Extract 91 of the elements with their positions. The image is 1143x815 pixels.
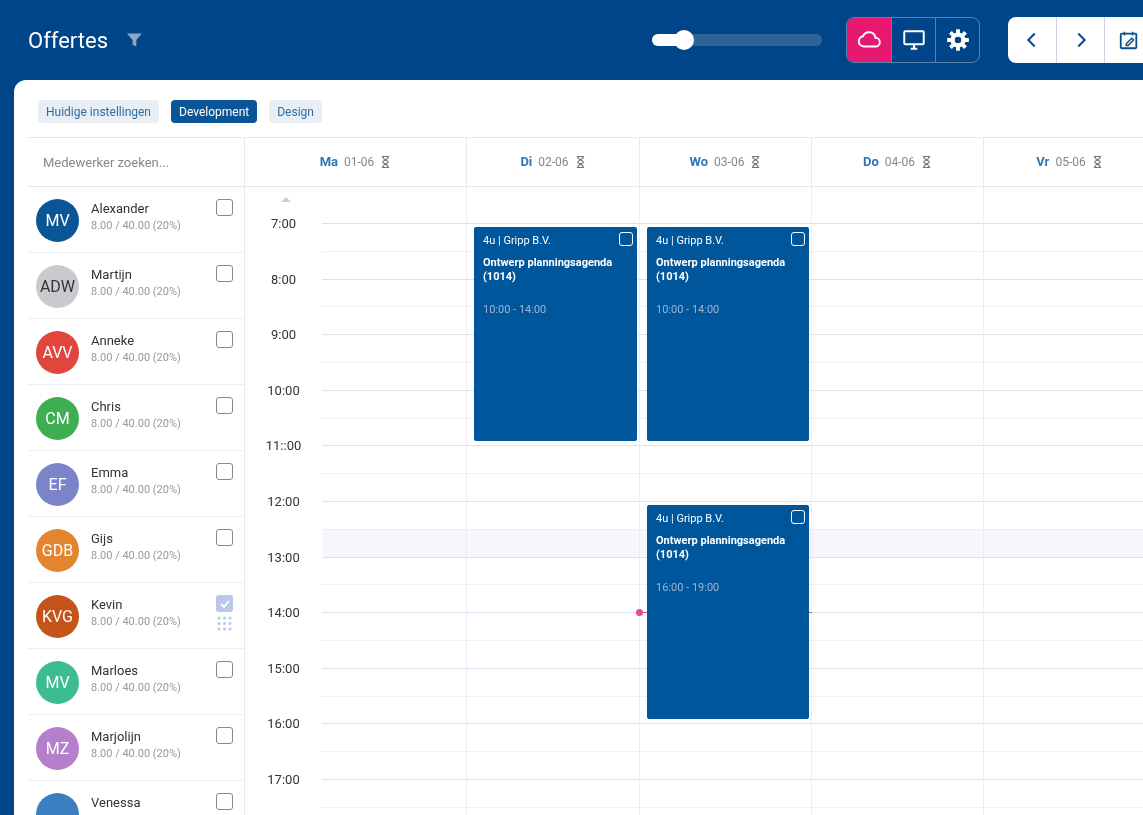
checkbox[interactable] xyxy=(216,595,233,612)
hourglass-icon[interactable] xyxy=(750,155,762,169)
hourglass-icon[interactable] xyxy=(380,155,392,169)
employee-hours: 8.00 / 40.00 (20%) xyxy=(91,614,181,630)
filter-tag[interactable]: Design xyxy=(269,100,322,123)
event-client: 4u | Gripp B.V. xyxy=(656,234,725,248)
event-card[interactable]: 4u | Gripp B.V. Ontwerp planningsagenda (1014) 10:00 - 14:00 xyxy=(647,227,809,442)
checkbox[interactable] xyxy=(216,793,233,810)
hour-label: 12:00 xyxy=(266,493,301,511)
day-name: Vr xyxy=(1036,153,1050,172)
day-date: 04-06 xyxy=(884,154,916,171)
day-date: 02-06 xyxy=(538,154,569,171)
employee-name: Martijn xyxy=(91,266,133,284)
checkbox[interactable] xyxy=(216,463,233,480)
employee-name: Marloes xyxy=(91,662,139,680)
cloud-button[interactable] xyxy=(847,18,892,62)
day-name: Ma xyxy=(319,153,338,172)
settings-icon xyxy=(944,27,971,53)
checkbox[interactable] xyxy=(216,661,233,678)
avatar: EF xyxy=(36,463,79,506)
employee-name: Marjolijn xyxy=(91,728,142,746)
avatar: CM xyxy=(36,397,79,440)
hourglass-icon[interactable] xyxy=(1091,155,1103,169)
hour-label: 10:00 xyxy=(266,381,301,400)
hourglass-icon[interactable] xyxy=(574,155,586,169)
hourglass-icon[interactable] xyxy=(921,155,933,169)
avatar: ADW xyxy=(36,265,79,308)
employee-name: Chris xyxy=(91,398,122,416)
employee-hours: 8.00 / 40.00 (20%) xyxy=(91,350,181,366)
hour-label: 15:00 xyxy=(266,659,301,678)
event-title: Ontwerp planningsagenda (1014) xyxy=(656,256,787,284)
employee-name: Gijs xyxy=(91,530,114,548)
employee-name: Alexander xyxy=(91,200,150,218)
employee-hours: 8.00 / 40.00 (20%) xyxy=(91,548,181,564)
employee-name: Anneke xyxy=(91,332,136,350)
event-time: 10:00 - 14:00 xyxy=(656,302,721,318)
employee-hours: 8.00 / 40.00 (20%) xyxy=(91,416,181,432)
avatar: GDB xyxy=(36,529,79,572)
employee-hours: 8.00 / 40.00 (20%) xyxy=(91,482,181,498)
event-client: 4u | Gripp B.V. xyxy=(483,234,552,248)
hour-label: 14:00 xyxy=(266,604,301,623)
checkbox[interactable] xyxy=(216,727,233,744)
day-date: 03-06 xyxy=(714,154,745,171)
avatar: MV xyxy=(36,199,79,242)
employee-hours: 8.00 / 40.00 (20%) xyxy=(91,284,181,300)
page-title: Offertes xyxy=(28,26,109,55)
hour-label: 8:00 xyxy=(269,270,298,289)
event-checkbox[interactable] xyxy=(791,232,805,246)
event-time: 10:00 - 14:00 xyxy=(483,302,548,318)
slider-thumb[interactable] xyxy=(674,30,695,50)
event-time: 16:00 - 19:00 xyxy=(656,580,721,596)
day-name: Do xyxy=(862,153,879,172)
checkbox[interactable] xyxy=(216,265,233,282)
event-title: Ontwerp planningsagenda (1014) xyxy=(656,534,787,562)
avatar: MZ xyxy=(36,727,79,770)
day-date: 05-06 xyxy=(1055,154,1086,171)
event-card[interactable]: 4u | Gripp B.V. Ontwerp planningsagenda (1014) 16:00 - 19:00 xyxy=(647,505,809,720)
avatar: KVG xyxy=(36,595,79,638)
event-card[interactable]: 4u | Gripp B.V. Ontwerp planningsagenda (1014) 10:00 - 14:00 xyxy=(474,227,637,442)
event-checkbox[interactable] xyxy=(619,232,633,246)
monitor-icon xyxy=(900,27,927,53)
day-date: 01-06 xyxy=(344,154,375,171)
employee-name: Emma xyxy=(91,464,130,482)
day-name: Di xyxy=(520,153,533,172)
employee-hours: 8.00 / 40.00 (20%) xyxy=(91,218,181,234)
hour-label: 7:00 xyxy=(269,215,298,233)
employee-hours: 8.00 / 40.00 (20%) xyxy=(91,746,181,762)
hour-label: 16:00 xyxy=(266,715,301,734)
checkbox[interactable] xyxy=(216,199,233,216)
filter-tag[interactable]: Huidige instellingen xyxy=(38,100,159,123)
day-name: Wo xyxy=(689,153,709,172)
filter-tag[interactable]: Development xyxy=(171,100,258,123)
employee-name: Kevin xyxy=(91,596,124,614)
event-checkbox[interactable] xyxy=(791,510,805,524)
employee-hours: 8.00 / 40.00 (20%) xyxy=(91,680,181,696)
hour-label: 9:00 xyxy=(269,326,298,345)
event-client: 4u | Gripp B.V. xyxy=(656,512,725,526)
avatar: AVV xyxy=(36,331,79,374)
hour-label: 11::00 xyxy=(264,437,303,456)
event-title: Ontwerp planningsagenda (1014) xyxy=(483,256,614,284)
checkbox[interactable] xyxy=(216,397,233,414)
checkbox[interactable] xyxy=(216,529,233,546)
checkbox[interactable] xyxy=(216,331,233,348)
employee-search-field[interactable]: Medewerker zoeken... xyxy=(28,138,244,187)
drag-handle-icon[interactable] xyxy=(217,616,232,631)
employee-name: Venessa xyxy=(91,794,141,812)
hour-label: 13:00 xyxy=(266,548,301,567)
avatar: MV xyxy=(36,661,79,704)
filter-icon[interactable] xyxy=(126,31,143,49)
hour-label: 17:00 xyxy=(266,771,301,789)
calendar-edit-icon xyxy=(1117,29,1140,51)
